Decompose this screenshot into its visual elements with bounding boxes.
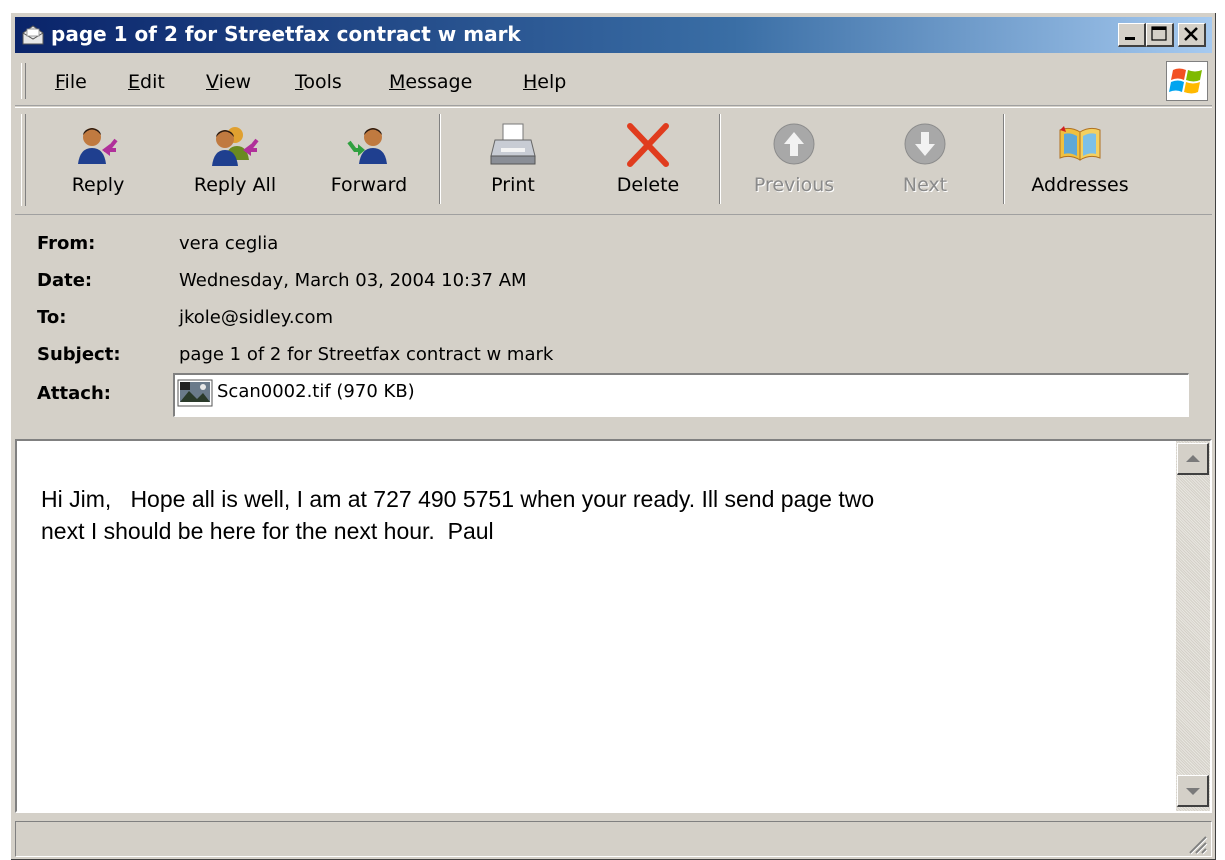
toolbar: Reply Reply All Forward Print Delete Pre… xyxy=(15,107,1212,215)
from-value: vera ceglia xyxy=(179,233,279,254)
delete-label: Delete xyxy=(616,174,680,196)
menu-bar: File Edit View Tools Message Help xyxy=(15,57,1212,106)
scroll-down-arrow-icon xyxy=(1186,788,1200,795)
printer-icon xyxy=(490,123,536,165)
body-line-1: Hi Jim, Hope all is well, I am at 727 49… xyxy=(41,486,875,512)
scroll-up-arrow-icon xyxy=(1186,455,1200,462)
menu-tools[interactable]: Tools xyxy=(295,71,342,93)
maximize-button[interactable] xyxy=(1146,23,1174,47)
address-book-icon xyxy=(1059,126,1101,161)
title-bar[interactable]: page 1 of 2 for Streetfax contract w mar… xyxy=(15,17,1212,53)
next-label: Next xyxy=(902,174,948,196)
menu-help[interactable]: Help xyxy=(523,71,566,93)
attach-label: Attach: xyxy=(37,383,111,404)
message-body[interactable]: Hi Jim, Hope all is well, I am at 727 49… xyxy=(41,483,1161,547)
addresses-button[interactable]: Addresses xyxy=(1015,112,1145,208)
up-arrow-icon xyxy=(773,123,815,165)
date-label: Date: xyxy=(37,270,93,291)
reply-label: Reply xyxy=(71,174,125,196)
delete-x-icon xyxy=(627,123,669,167)
date-value: Wednesday, March 03, 2004 10:37 AM xyxy=(179,270,527,291)
window-title: page 1 of 2 for Streetfax contract w mar… xyxy=(51,22,521,46)
forward-button[interactable]: Forward xyxy=(315,112,423,208)
previous-button[interactable]: Previous xyxy=(739,112,849,208)
print-button[interactable]: Print xyxy=(463,112,563,208)
reply-icon xyxy=(78,128,118,164)
status-pane xyxy=(15,821,1212,857)
message-window: page 1 of 2 for Streetfax contract w mar… xyxy=(10,12,1216,860)
maximize-icon xyxy=(1151,26,1167,41)
to-value: jkole@sidley.com xyxy=(179,307,334,328)
minimize-button[interactable] xyxy=(1118,23,1146,47)
image-file-icon xyxy=(177,379,213,407)
from-label: From: xyxy=(37,233,96,254)
reply-button[interactable]: Reply xyxy=(45,112,151,208)
addresses-label: Addresses xyxy=(1031,174,1129,196)
reply-all-label: Reply All xyxy=(193,174,277,196)
menu-file[interactable]: File xyxy=(55,71,87,93)
reply-all-button[interactable]: Reply All xyxy=(175,112,295,208)
toolbar-separator xyxy=(719,114,721,204)
resize-grip-icon[interactable] xyxy=(1184,831,1208,855)
reply-all-icon xyxy=(212,127,259,166)
next-button[interactable]: Next xyxy=(875,112,975,208)
status-bar xyxy=(15,821,1212,860)
scroll-down-button[interactable] xyxy=(1177,775,1209,807)
toolbar-separator xyxy=(439,114,441,204)
envelope-icon xyxy=(22,25,44,45)
vertical-scrollbar[interactable] xyxy=(1176,441,1210,811)
minimize-icon xyxy=(1125,37,1135,40)
toolbar-grip[interactable] xyxy=(21,114,26,206)
to-label: To: xyxy=(37,307,67,328)
subject-value: page 1 of 2 for Streetfax contract w mar… xyxy=(179,344,554,365)
menu-view[interactable]: View xyxy=(206,71,251,93)
attachment-box: Scan0002.tif (970 KB) xyxy=(173,373,1189,417)
forward-label: Forward xyxy=(330,174,408,196)
windows-logo-icon xyxy=(1169,68,1202,94)
forward-icon xyxy=(347,128,387,164)
close-icon xyxy=(1184,27,1198,41)
previous-label: Previous xyxy=(753,174,835,196)
attachment-name: Scan0002.tif (970 KB) xyxy=(217,381,415,402)
close-button[interactable] xyxy=(1178,23,1206,47)
menu-message[interactable]: Message xyxy=(389,71,472,93)
menu-edit[interactable]: Edit xyxy=(128,71,165,93)
down-arrow-icon xyxy=(904,123,946,165)
delete-button[interactable]: Delete xyxy=(595,112,701,208)
subject-label: Subject: xyxy=(37,344,121,365)
windows-logo xyxy=(1166,61,1208,101)
body-line-2: next I should be here for the next hour.… xyxy=(41,518,494,544)
toolbar-separator xyxy=(1003,114,1005,204)
menubar-grip[interactable] xyxy=(21,63,26,99)
scroll-up-button[interactable] xyxy=(1177,443,1209,475)
print-label: Print xyxy=(491,174,535,196)
message-body-frame[interactable]: Hi Jim, Hope all is well, I am at 727 49… xyxy=(15,439,1212,813)
